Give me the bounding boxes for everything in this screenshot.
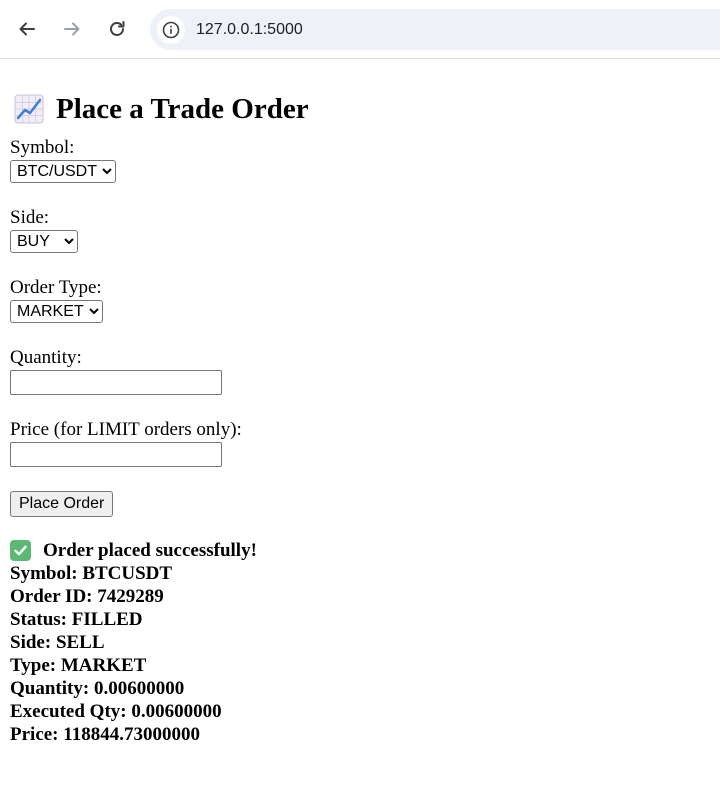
- symbol-label: Symbol:: [10, 137, 75, 158]
- arrow-left-icon: [19, 22, 35, 36]
- quantity-input[interactable]: [10, 370, 222, 395]
- forward-button[interactable]: [54, 11, 90, 47]
- page-heading: Place a Trade Order: [10, 89, 710, 129]
- result-row-value: 118844.73000000: [63, 724, 200, 745]
- trade-order-form: Symbol: BTC/USDT Side: BUY Order Type: M…: [10, 136, 710, 517]
- result-row-label: Type:: [10, 655, 57, 676]
- result-row: Quantity: 0.00600000: [10, 677, 710, 700]
- success-text: Order placed successfully!: [43, 540, 257, 561]
- arrow-right-icon: [64, 22, 80, 36]
- result-row-value: 0.00600000: [131, 701, 222, 722]
- result-row-label: Quantity:: [10, 678, 90, 699]
- result-row: Type: MARKET: [10, 654, 710, 677]
- order-type-select[interactable]: MARKET: [10, 300, 103, 323]
- info-icon: [162, 21, 180, 38]
- result-row: Order ID: 7429289: [10, 585, 710, 608]
- page-title: Place a Trade Order: [56, 93, 309, 125]
- browser-toolbar: 127.0.0.1:5000: [0, 0, 720, 59]
- price-label: Price (for LIMIT orders only):: [10, 419, 242, 440]
- address-bar[interactable]: 127.0.0.1:5000: [150, 9, 720, 50]
- reload-icon: [110, 21, 125, 36]
- result-row: Price: 118844.73000000: [10, 723, 710, 746]
- quantity-field: Quantity:: [10, 346, 710, 395]
- quantity-label: Quantity:: [10, 347, 82, 368]
- result-row-label: Side:: [10, 632, 52, 653]
- site-info-button[interactable]: [157, 15, 185, 44]
- price-input[interactable]: [10, 442, 222, 467]
- url-text[interactable]: 127.0.0.1:5000: [196, 21, 303, 39]
- side-select[interactable]: BUY: [10, 230, 78, 253]
- chart-increasing-icon: [14, 94, 44, 124]
- order-type-label: Order Type:: [10, 277, 102, 298]
- side-label: Side:: [10, 207, 50, 228]
- result-row-label: Order ID:: [10, 586, 93, 607]
- result-row: Side: SELL: [10, 631, 710, 654]
- success-message: Order placed successfully!: [10, 539, 710, 562]
- check-mark-icon: [10, 540, 31, 561]
- result-row-value: MARKET: [60, 655, 147, 676]
- result-row-label: Price:: [10, 724, 59, 745]
- result-row-value: FILLED: [71, 609, 143, 630]
- result-row: Symbol: BTCUSDT: [10, 562, 710, 585]
- result-row-value: SELL: [55, 632, 105, 653]
- result-details: Symbol: BTCUSDT Order ID: 7429289 Status: …: [10, 562, 710, 746]
- order-result: Order placed successfully! Symbol: BTCUS…: [10, 539, 710, 746]
- result-row-label: Symbol:: [10, 563, 78, 584]
- side-field: Side: BUY: [10, 206, 710, 253]
- symbol-field: Symbol: BTC/USDT: [10, 136, 710, 183]
- back-button[interactable]: [9, 11, 45, 47]
- result-row: Status: FILLED: [10, 608, 710, 631]
- place-order-button[interactable]: Place Order: [10, 491, 114, 517]
- result-row-value: 0.00600000: [93, 678, 185, 699]
- result-row-label: Executed Qty:: [10, 701, 127, 722]
- page-content: Place a Trade Order Symbol: BTC/USDT Sid…: [0, 89, 720, 746]
- result-row-value: 7429289: [97, 586, 164, 607]
- result-row-label: Status:: [10, 609, 68, 630]
- result-row: Executed Qty: 0.00600000: [10, 700, 710, 723]
- price-field: Price (for LIMIT orders only):: [10, 418, 710, 467]
- reload-button[interactable]: [99, 11, 135, 47]
- order-type-field: Order Type: MARKET: [10, 276, 710, 323]
- result-row-value: BTCUSDT: [82, 563, 173, 584]
- symbol-select[interactable]: BTC/USDT: [10, 160, 116, 183]
